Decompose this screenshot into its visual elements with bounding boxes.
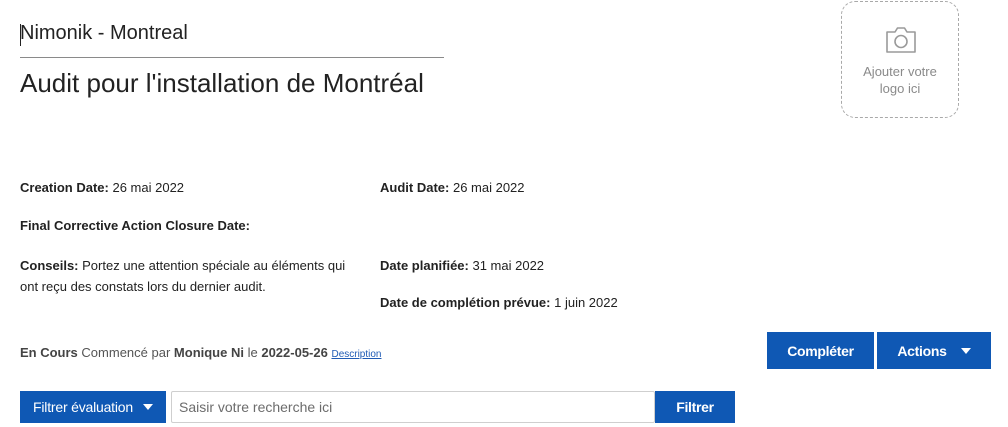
expected-date-value: 1 juin 2022 xyxy=(554,295,618,310)
chevron-down-icon xyxy=(960,347,971,354)
status-state: En Cours xyxy=(20,345,78,360)
logo-upload-area[interactable]: Ajouter votre logo ici xyxy=(841,1,959,118)
planned-date-value: 31 mai 2022 xyxy=(472,258,545,273)
audit-date-value: 26 mai 2022 xyxy=(452,180,525,195)
status-started-by: Commencé par xyxy=(81,345,171,360)
status-on: le xyxy=(247,345,258,360)
status-user: Monique Ni xyxy=(173,345,244,360)
creation-date: Creation Date: 26 mai 2022 xyxy=(20,177,184,198)
description-link[interactable]: Description xyxy=(331,349,381,360)
planned-date-label: Date planifiée: xyxy=(380,258,469,273)
filter-button[interactable]: Filtrer xyxy=(655,391,735,423)
creation-date-label: Creation Date: xyxy=(20,180,109,195)
filter-evaluation-dropdown[interactable]: Filtrer évaluation xyxy=(20,391,166,423)
tips: Conseils: Portez une attention spéciale … xyxy=(20,255,372,297)
audit-title: Audit pour l'installation de Montréal xyxy=(20,68,424,98)
chevron-down-icon xyxy=(142,404,153,410)
logo-upload-text: Ajouter votre logo ici xyxy=(842,63,958,97)
logo-upload-line2: logo ici xyxy=(879,81,921,96)
complete-button-label: Compléter xyxy=(787,342,854,359)
status-date: 2022-05-26 xyxy=(261,345,328,360)
search-input[interactable] xyxy=(171,391,655,423)
complete-button[interactable]: Compléter xyxy=(767,332,874,369)
expected-completion-date: Date de complétion prévue: 1 juin 2022 xyxy=(380,292,618,313)
company-name: Nimonik - Montreal xyxy=(20,22,444,58)
tips-label: Conseils: xyxy=(20,258,79,273)
closure-date-label: Final Corrective Action Closure Date: xyxy=(20,218,250,233)
filter-evaluation-label: Filtrer évaluation xyxy=(33,399,133,415)
creation-date-value: 26 mai 2022 xyxy=(112,180,185,195)
audit-date: Audit Date: 26 mai 2022 xyxy=(380,177,525,198)
text-cursor xyxy=(20,24,21,46)
planned-date: Date planifiée: 31 mai 2022 xyxy=(380,255,544,276)
tips-line2: ont reçu des constats lors du dernier au… xyxy=(20,279,266,294)
logo-upload-line1: Ajouter votre xyxy=(863,64,937,79)
tips-line1: Portez une attention spéciale au élément… xyxy=(82,258,346,273)
filter-button-label: Filtrer xyxy=(676,399,714,415)
audit-status-line: En Cours Commencé par Monique Ni le 2022… xyxy=(20,345,382,360)
actions-button-label: Actions xyxy=(897,342,947,359)
audit-date-label: Audit Date: xyxy=(380,180,450,195)
actions-dropdown-button[interactable]: Actions xyxy=(877,332,991,369)
expected-date-label: Date de complétion prévue: xyxy=(380,295,551,310)
closure-date: Final Corrective Action Closure Date: xyxy=(20,215,250,236)
